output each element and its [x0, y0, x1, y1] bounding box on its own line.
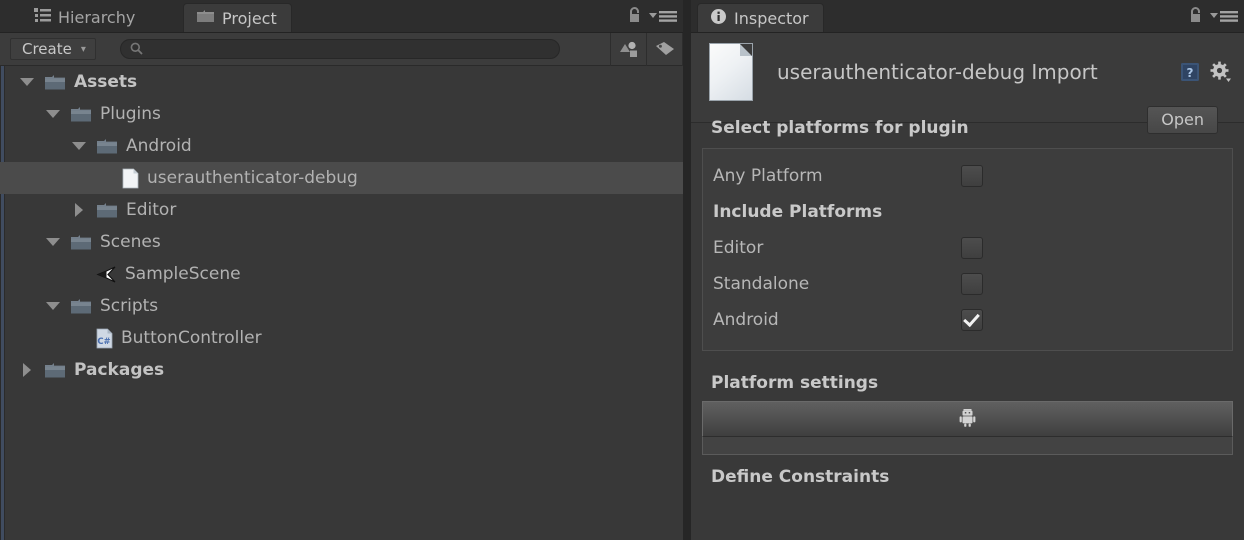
platform-label: Include Platforms: [713, 202, 883, 222]
search-input[interactable]: [142, 41, 559, 57]
select-platforms-title: Select platforms for plugin: [711, 118, 969, 138]
tree-toggle-expanded-icon[interactable]: [44, 233, 62, 251]
inspector-body: Select platforms for plugin Any Platform…: [691, 90, 1244, 540]
project-tabbar-controls: [627, 7, 677, 28]
platform-settings-tabstrip[interactable]: [702, 401, 1233, 437]
tree-row[interactable]: Editor: [0, 194, 683, 226]
inspector-tabbar: Inspector: [691, 0, 1244, 33]
tree-row[interactable]: Scripts: [0, 290, 683, 322]
project-panel: Hierarchy Project Create ▾ Assets Plugin…: [0, 0, 683, 540]
platform-settings-title: Platform settings: [711, 373, 879, 393]
tree-toggle-collapsed-icon[interactable]: [18, 361, 36, 379]
tab-inspector-label: Inspector: [734, 8, 809, 28]
tree-rows: Assets Plugins Android userauthenticator-de…: [0, 66, 683, 386]
tree-row-label: Scripts: [100, 296, 159, 316]
tree-row-label: ButtonController: [121, 328, 262, 348]
tree-row-label: Editor: [126, 200, 177, 220]
folder-icon: [44, 74, 66, 91]
filter-by-type-icon[interactable]: [611, 33, 646, 66]
tree-row[interactable]: Scenes: [0, 226, 683, 258]
inspector-tabbar-controls: [1188, 7, 1238, 28]
tree-toggle-expanded-icon[interactable]: [44, 297, 62, 315]
folder-icon: [70, 106, 92, 123]
platform-list: Any Platform Include Platforms Editor Stand…: [702, 148, 1233, 351]
tree-toggle-spacer: [70, 265, 88, 283]
project-toolbar: Create ▾: [0, 32, 683, 66]
chevron-down-icon: ▾: [80, 43, 86, 55]
lock-icon[interactable]: [627, 7, 642, 28]
define-constraints-title: Define Constraints: [711, 467, 890, 487]
inspector-panel: Inspector userauthenticator-debug Import…: [691, 0, 1244, 540]
platform-checkbox[interactable]: [961, 273, 983, 295]
tab-project-label: Project: [222, 8, 277, 28]
tree-toggle-collapsed-icon[interactable]: [70, 201, 88, 219]
platform-row[interactable]: Standalone: [703, 266, 1232, 302]
tree-row[interactable]: Plugins: [0, 98, 683, 130]
tree-row-label: Assets: [74, 72, 138, 92]
folder-icon: [70, 234, 92, 251]
platform-label: Standalone: [713, 274, 810, 294]
tab-inspector[interactable]: Inspector: [697, 3, 824, 32]
platform-row[interactable]: Editor: [703, 230, 1232, 266]
filter-by-label-icon[interactable]: [647, 33, 682, 66]
tree-row-label: Plugins: [100, 104, 161, 124]
tree-row[interactable]: userauthenticator-debug: [0, 162, 683, 194]
tree-row-label: SampleScene: [125, 264, 241, 284]
platform-checkbox[interactable]: [961, 237, 983, 259]
tree-row[interactable]: Assets: [0, 66, 683, 98]
tree-toggle-spacer: [96, 169, 114, 187]
panel-divider[interactable]: [683, 0, 691, 540]
tree-row[interactable]: Packages: [0, 354, 683, 386]
tree-row-label: userauthenticator-debug: [147, 168, 358, 188]
folder-icon: [96, 202, 118, 219]
tab-project[interactable]: Project: [183, 3, 292, 32]
hierarchy-list-icon: [34, 8, 51, 27]
lock-icon[interactable]: [1188, 7, 1203, 28]
search-field[interactable]: [119, 39, 560, 59]
folder-icon: [70, 298, 92, 315]
folder-icon: [44, 362, 66, 379]
tree-row-label: Android: [126, 136, 192, 156]
platform-label: Editor: [713, 238, 764, 258]
tree-row[interactable]: Android: [0, 130, 683, 162]
platform-checkbox[interactable]: [961, 165, 983, 187]
platform-group-header: Include Platforms: [703, 194, 1232, 230]
platform-checkbox[interactable]: [961, 309, 983, 331]
platform-label: Any Platform: [713, 166, 823, 186]
create-button-label: Create: [22, 40, 72, 58]
create-button[interactable]: Create ▾: [10, 38, 96, 60]
help-book-icon[interactable]: ?: [1179, 61, 1201, 83]
csharp-script-icon: C#: [96, 328, 113, 349]
unity-scene-icon: [96, 264, 117, 285]
platform-row[interactable]: Android: [703, 302, 1232, 338]
tree-toggle-expanded-icon[interactable]: [70, 137, 88, 155]
platform-row[interactable]: Any Platform: [703, 158, 1232, 194]
panel-menu-icon[interactable]: [1210, 8, 1238, 27]
platform-settings-body: [702, 437, 1233, 455]
tree-toggle-expanded-icon[interactable]: [44, 105, 62, 123]
folder-icon: [96, 138, 118, 155]
gear-icon[interactable]: [1210, 61, 1232, 83]
tab-hierarchy[interactable]: Hierarchy: [22, 3, 149, 32]
tree-row-label: Packages: [74, 360, 165, 380]
svg-text:?: ?: [1187, 66, 1194, 80]
android-robot-icon: [959, 408, 976, 431]
info-icon: [710, 8, 727, 29]
asset-title: userauthenticator-debug Import: [777, 60, 1098, 84]
tab-hierarchy-label: Hierarchy: [58, 8, 136, 27]
tree-row[interactable]: C# ButtonController: [0, 322, 683, 354]
folder-icon: [196, 9, 215, 28]
tree-row[interactable]: SampleScene: [0, 258, 683, 290]
unity-editor-window: Hierarchy Project Create ▾ Assets Plugin…: [0, 0, 1244, 540]
search-icon: [130, 40, 143, 59]
panel-menu-icon[interactable]: [649, 8, 677, 27]
tree-toggle-spacer: [70, 329, 88, 347]
tree-row-label: Scenes: [100, 232, 161, 252]
svg-text:C#: C#: [97, 337, 110, 347]
project-panel-tabbar: Hierarchy Project: [0, 0, 683, 33]
platform-label: Android: [713, 310, 779, 330]
project-asset-tree[interactable]: Assets Plugins Android userauthenticator-de…: [0, 66, 683, 540]
file-icon: [122, 168, 139, 189]
tree-toggle-expanded-icon[interactable]: [18, 73, 36, 91]
